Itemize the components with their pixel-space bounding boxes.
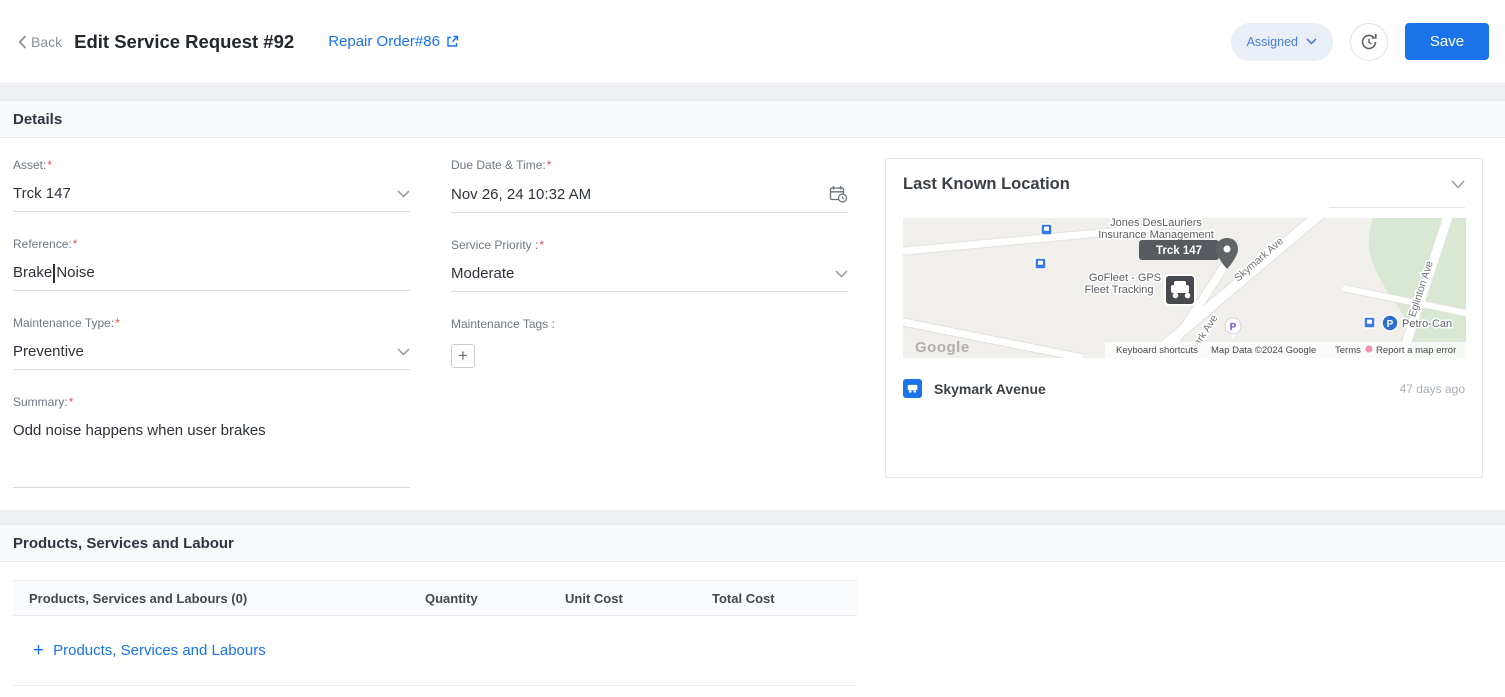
column-header-unit-cost: Unit Cost xyxy=(565,590,623,606)
header-actions: Assigned Save xyxy=(1230,22,1489,61)
due-date-label: Due Date & Time:* xyxy=(451,158,552,172)
section-gap xyxy=(0,510,1505,524)
summary-value: Odd noise happens when user brakes xyxy=(13,422,266,439)
required-mark: * xyxy=(72,237,78,251)
products-table-header: Products, Services and Labours (0) Quant… xyxy=(13,580,857,616)
business-label: GoFleet - GPS xyxy=(1089,272,1161,284)
required-mark: * xyxy=(539,238,545,252)
chevron-down-icon[interactable] xyxy=(1451,180,1465,189)
column-header-products: Products, Services and Labours (0) xyxy=(29,590,248,606)
business-label: Fleet Tracking xyxy=(1084,284,1153,296)
service-priority-label: Service Priority :* xyxy=(451,238,545,252)
chevron-down-icon xyxy=(397,189,410,198)
column-header-quantity: Quantity xyxy=(425,590,478,606)
products-add-row: + Products, Services and Labours xyxy=(13,616,857,686)
map-error-marker-icon xyxy=(1365,345,1373,353)
last-known-location-card: Last Known Location Jones DesLauriers In… xyxy=(885,158,1483,478)
chevron-left-icon xyxy=(18,34,27,49)
plus-icon: + xyxy=(33,640,45,661)
form-column-left: Asset:* Trck 147 Reference:* Brake Noise… xyxy=(13,158,410,488)
reference-input[interactable]: Brake Noise xyxy=(13,264,410,291)
back-label: Back xyxy=(31,33,63,50)
address-row: Skymark Avenue 47 days ago xyxy=(903,379,1465,398)
summary-label: Summary:* xyxy=(13,395,74,409)
history-refresh-button[interactable] xyxy=(1350,22,1388,61)
status-dropdown[interactable]: Assigned xyxy=(1230,22,1333,61)
transit-stop-icon xyxy=(1363,316,1376,329)
maintenance-type-field: Maintenance Type:* Preventive xyxy=(13,316,410,370)
chevron-down-icon xyxy=(397,347,410,356)
column-header-total-cost: Total Cost xyxy=(712,590,775,606)
shuttle-icon xyxy=(903,379,922,398)
svg-text:P: P xyxy=(1387,319,1394,330)
map-data-attribution: Map Data ©2024 Google xyxy=(1211,345,1316,356)
due-date-picker[interactable]: Nov 26, 24 10:32 AM xyxy=(451,185,848,213)
details-section-bar: Details xyxy=(0,100,1505,138)
header-gap xyxy=(0,84,1505,100)
add-tag-button[interactable]: + xyxy=(451,344,475,368)
keyboard-shortcuts-link[interactable]: Keyboard shortcuts xyxy=(1116,345,1198,356)
location-card-title: Last Known Location xyxy=(903,175,1070,193)
location-card-header: Last Known Location xyxy=(903,175,1465,194)
service-priority-field: Service Priority :* Moderate xyxy=(451,238,848,292)
repair-order-link[interactable]: Repair Order#86 xyxy=(328,33,459,50)
report-map-error-link[interactable]: Report a map error xyxy=(1376,345,1456,356)
asset-label: Asset:* xyxy=(13,158,53,172)
page-title: Edit Service Request #92 xyxy=(74,30,295,52)
service-priority-value: Moderate xyxy=(451,265,515,282)
add-products-label: Products, Services and Labours xyxy=(53,642,266,659)
reference-field: Reference:* Brake Noise xyxy=(13,237,410,291)
history-refresh-icon xyxy=(1361,33,1377,49)
calendar-clock-icon xyxy=(829,186,848,203)
add-products-button[interactable]: + Products, Services and Labours xyxy=(33,640,266,661)
chevron-down-icon xyxy=(835,269,848,278)
maintenance-type-value: Preventive xyxy=(13,343,84,360)
details-content: Asset:* Trck 147 Reference:* Brake Noise… xyxy=(0,138,1505,510)
map[interactable]: Jones DesLauriers Insurance Management G… xyxy=(903,218,1466,358)
text-cursor xyxy=(53,264,55,283)
asset-value: Trck 147 xyxy=(13,185,71,202)
business-label: Jones DesLauriers xyxy=(1110,218,1202,229)
products-table: Products, Services and Labours (0) Quant… xyxy=(13,580,857,686)
transit-stop-icon xyxy=(1034,257,1047,270)
maintenance-type-select[interactable]: Preventive xyxy=(13,343,410,370)
maintenance-tags-field: Maintenance Tags : + xyxy=(451,317,848,368)
chevron-down-icon xyxy=(1306,38,1317,45)
time-ago-label: 47 days ago xyxy=(1399,381,1465,396)
due-date-field: Due Date & Time:* Nov 26, 24 10:32 AM xyxy=(451,158,848,213)
external-link-icon xyxy=(447,35,459,47)
business-label: Insurance Management xyxy=(1098,229,1214,241)
products-section-bar: Products, Services and Labour xyxy=(0,524,1505,562)
required-mark: * xyxy=(115,316,120,330)
terms-link[interactable]: Terms xyxy=(1335,345,1361,356)
service-priority-select[interactable]: Moderate xyxy=(451,265,848,292)
required-mark: * xyxy=(546,158,552,172)
products-section-title: Products, Services and Labour xyxy=(13,534,234,552)
vehicle-tooltip-label: Trck 147 xyxy=(1156,245,1202,257)
google-logo: Google xyxy=(915,339,970,356)
header: Back Edit Service Request #92 Repair Ord… xyxy=(0,0,1505,84)
maintenance-tags-label: Maintenance Tags : xyxy=(451,317,555,331)
details-section-title: Details xyxy=(13,110,63,128)
asset-field: Asset:* Trck 147 xyxy=(13,158,410,212)
summary-textarea[interactable]: Odd noise happens when user brakes xyxy=(13,422,410,488)
summary-field: Summary:* Odd noise happens when user br… xyxy=(13,395,410,488)
poi-label: Petro-Can xyxy=(1402,318,1452,330)
back-button[interactable]: Back xyxy=(18,34,62,50)
required-mark: * xyxy=(47,158,53,172)
card-divider xyxy=(1329,207,1465,208)
repair-order-label: Repair Order#86 xyxy=(328,33,440,50)
save-button[interactable]: Save xyxy=(1405,23,1489,60)
svg-text:P: P xyxy=(1230,322,1237,333)
reference-label: Reference:* xyxy=(13,237,78,251)
petro-can-poi: P Petro-Can xyxy=(1381,314,1454,332)
asset-select[interactable]: Trck 147 xyxy=(13,185,410,212)
required-mark: * xyxy=(68,395,74,409)
status-label: Assigned xyxy=(1246,34,1298,49)
address-label: Skymark Avenue xyxy=(934,380,1046,397)
maintenance-type-label: Maintenance Type:* xyxy=(13,316,120,330)
due-date-value: Nov 26, 24 10:32 AM xyxy=(451,185,592,203)
form-column-middle: Due Date & Time:* Nov 26, 24 10:32 AM Se… xyxy=(451,158,848,480)
transit-stop-icon xyxy=(1040,223,1053,236)
